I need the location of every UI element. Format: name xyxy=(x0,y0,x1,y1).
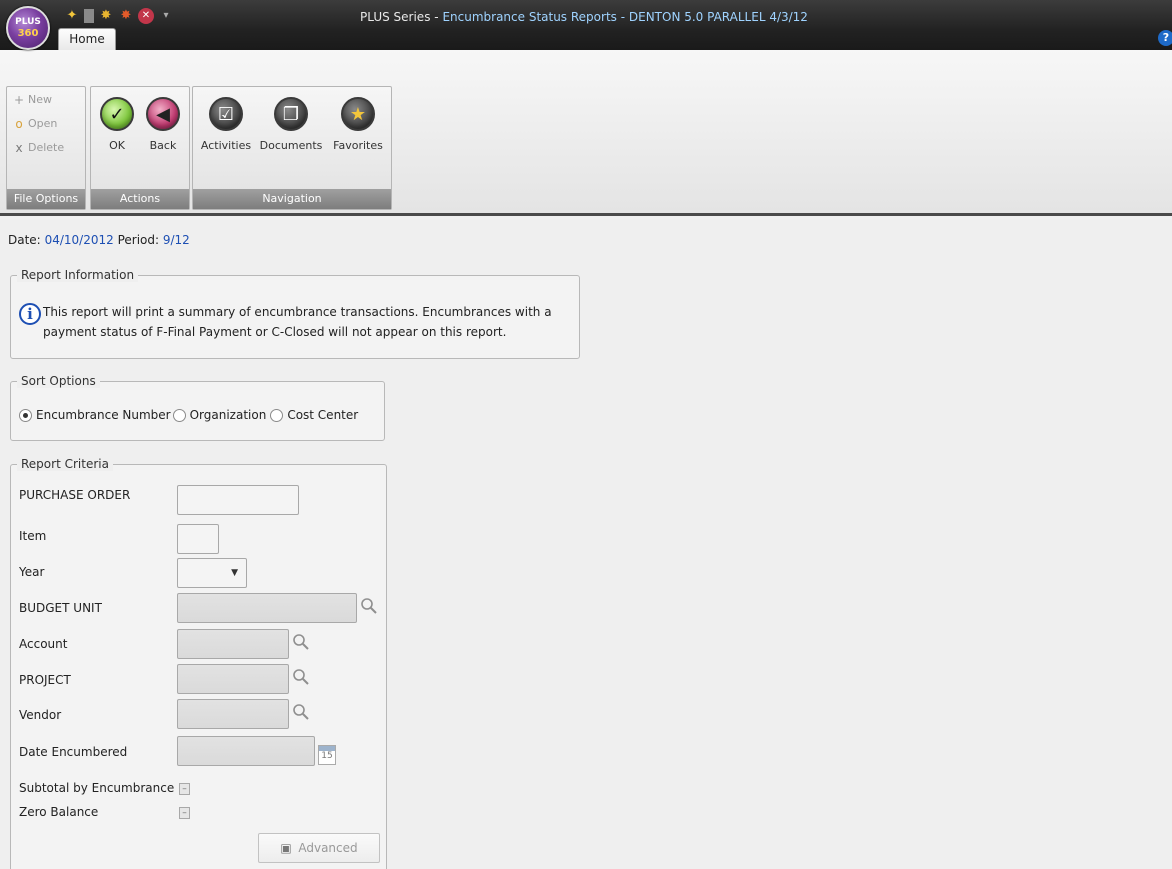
period-label: Period: xyxy=(117,233,160,247)
purchase-order-input[interactable] xyxy=(177,485,299,515)
favorites-button[interactable]: ★ Favorites xyxy=(327,97,389,152)
budget-unit-input[interactable] xyxy=(177,593,357,623)
documents-button-label: Documents xyxy=(259,139,323,152)
item-label: Item xyxy=(19,529,47,543)
calendar-icon[interactable]: 15 xyxy=(318,745,336,765)
subtotal-by-encumbrance-label: Subtotal by Encumbrance xyxy=(19,781,175,795)
back-button[interactable]: ◀ Back xyxy=(141,97,185,152)
date-period-line: Date: 04/10/2012 Period: 9/12 xyxy=(8,233,190,247)
year-select[interactable]: ▼ xyxy=(177,558,247,588)
check-icon: ✓ xyxy=(100,97,134,131)
project-input[interactable] xyxy=(177,664,289,694)
chevron-down-icon[interactable]: ▾ xyxy=(158,8,174,24)
sort-radio-encumbrance-number[interactable] xyxy=(19,408,32,422)
report-information-panel: Report Information i This report will pr… xyxy=(10,268,580,359)
ok-button[interactable]: ✓ OK xyxy=(97,97,137,152)
new-button-label: New xyxy=(28,93,52,106)
plus-icon: + xyxy=(13,92,25,107)
documents-button[interactable]: ❐ Documents xyxy=(257,97,325,152)
group-label-actions: Actions xyxy=(91,189,189,209)
star-icon: ★ xyxy=(341,97,375,131)
account-label: Account xyxy=(19,637,68,651)
advanced-button[interactable]: ▣ Advanced xyxy=(258,833,380,863)
purchase-order-label: PURCHASE ORDER xyxy=(19,488,131,502)
activities-icon: ☑ xyxy=(209,97,243,131)
info-icon: i xyxy=(19,303,41,325)
sort-options-panel: Sort Options Encumbrance Number Organiza… xyxy=(10,374,385,441)
new-button[interactable]: + New xyxy=(13,93,52,106)
sparkle-icon[interactable]: ✸ xyxy=(98,8,114,24)
info-line-2: payment status of F-Final Payment or C-C… xyxy=(43,325,507,339)
title-bar: ✦ ✸ ✸ ✕ ▾ PLUS Series - Encumbrance Stat… xyxy=(0,0,1172,50)
group-label-file-options: File Options xyxy=(7,189,85,209)
open-icon: o xyxy=(15,116,23,131)
period-value: 9/12 xyxy=(162,233,190,247)
orb-text-bottom: 360 xyxy=(17,28,39,39)
chevron-down-icon: ▼ xyxy=(231,568,238,578)
delete-button[interactable]: x Delete xyxy=(13,141,64,154)
info-line-1: This report will print a summary of encu… xyxy=(43,305,552,319)
vendor-label: Vendor xyxy=(19,708,62,722)
open-button-label: Open xyxy=(28,117,58,130)
project-label: PROJECT xyxy=(19,673,71,687)
sort-radio-group: Encumbrance Number Organization Cost Cen… xyxy=(19,408,360,422)
close-circle-icon[interactable]: ✕ xyxy=(138,8,154,24)
year-label: Year xyxy=(19,565,45,579)
subtotal-by-encumbrance-checkbox[interactable]: – xyxy=(179,783,190,795)
vendor-input[interactable] xyxy=(177,699,289,729)
date-value: 04/10/2012 xyxy=(44,233,114,247)
item-input[interactable] xyxy=(177,524,219,554)
ribbon-group-navigation: ☑ Activities ❐ Documents ★ Favorites Nav… xyxy=(192,86,392,210)
activities-button-label: Activities xyxy=(200,139,252,152)
back-arrow-icon: ◀ xyxy=(146,97,180,131)
sort-label-cost-center[interactable]: Cost Center xyxy=(287,408,358,422)
date-encumbered-input[interactable] xyxy=(177,736,315,766)
report-information-text: This report will print a summary of encu… xyxy=(43,302,552,342)
search-icon[interactable] xyxy=(291,668,311,690)
sort-label-encumbrance-number[interactable]: Encumbrance Number xyxy=(36,408,171,422)
sort-options-legend: Sort Options xyxy=(17,374,100,388)
search-icon[interactable] xyxy=(359,597,379,619)
help-icon[interactable]: ? xyxy=(1158,30,1172,46)
sort-label-organization[interactable]: Organization xyxy=(190,408,267,422)
orb-text-top: PLUS xyxy=(15,17,41,27)
search-icon[interactable] xyxy=(291,703,311,725)
search-icon[interactable] xyxy=(291,633,311,655)
report-information-legend: Report Information xyxy=(17,268,139,282)
account-input[interactable] xyxy=(177,629,289,659)
date-encumbered-label: Date Encumbered xyxy=(19,745,128,759)
group-label-navigation: Navigation xyxy=(193,189,391,209)
date-label: Date: xyxy=(8,233,41,247)
quick-access-toolbar: ✦ ✸ ✸ ✕ ▾ xyxy=(64,8,174,24)
ribbon-group-file-options: + New o Open x Delete File Options xyxy=(6,86,86,210)
zero-balance-label: Zero Balance xyxy=(19,805,99,819)
sort-radio-cost-center[interactable] xyxy=(270,408,284,422)
ok-button-label: OK xyxy=(109,139,125,152)
report-criteria-panel: Report Criteria PURCHASE ORDER Item Year… xyxy=(10,457,387,869)
open-button[interactable]: o Open xyxy=(13,117,57,130)
window-title-detail: Encumbrance Status Reports - DENTON 5.0 … xyxy=(442,10,808,24)
pin-icon[interactable]: ✦ xyxy=(64,8,80,24)
back-button-label: Back xyxy=(149,139,177,152)
app-name: PLUS Series xyxy=(360,10,431,24)
delete-icon: x xyxy=(15,140,23,155)
report-criteria-legend: Report Criteria xyxy=(17,457,113,471)
favorites-button-label: Favorites xyxy=(333,139,383,152)
window-title: PLUS Series - Encumbrance Status Reports… xyxy=(360,10,808,24)
main-content: Date: 04/10/2012 Period: 9/12 Report Inf… xyxy=(0,219,1172,869)
activities-button[interactable]: ☑ Activities xyxy=(197,97,255,152)
document-icon[interactable] xyxy=(84,9,94,23)
zero-balance-checkbox[interactable]: – xyxy=(179,807,190,819)
advanced-button-label: Advanced xyxy=(298,841,358,855)
sparkle-red-icon[interactable]: ✸ xyxy=(118,8,134,24)
documents-icon: ❐ xyxy=(274,97,308,131)
delete-button-label: Delete xyxy=(28,141,65,154)
ribbon-group-actions: ✓ OK ◀ Back Actions xyxy=(90,86,190,210)
advanced-icon: ▣ xyxy=(280,841,292,855)
tab-home[interactable]: Home xyxy=(58,28,116,50)
sort-radio-organization[interactable] xyxy=(172,408,186,422)
app-orb-button[interactable]: PLUS 360 xyxy=(6,6,50,50)
budget-unit-label: BUDGET UNIT xyxy=(19,601,102,615)
